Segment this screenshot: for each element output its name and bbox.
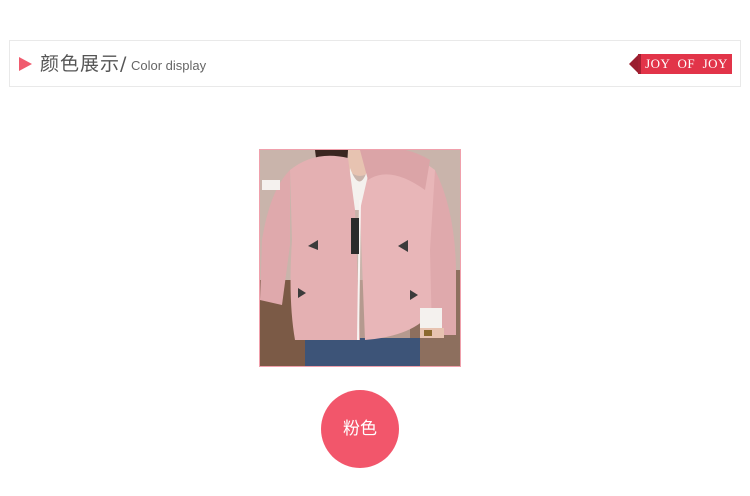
brand-label: JOY OF JOY	[638, 54, 732, 74]
product-image[interactable]	[259, 149, 461, 367]
section-title-cn: 颜色展示/	[40, 53, 128, 75]
pink-jacket-illustration	[260, 150, 460, 366]
brand-tag: JOY OF JOY	[629, 54, 732, 74]
section-header: 颜色展示/ Color display JOY OF JOY	[9, 40, 741, 87]
play-triangle-icon	[19, 57, 32, 71]
color-swatch-pink[interactable]: 粉色	[321, 390, 399, 468]
section-title-en: Color display	[131, 58, 207, 73]
